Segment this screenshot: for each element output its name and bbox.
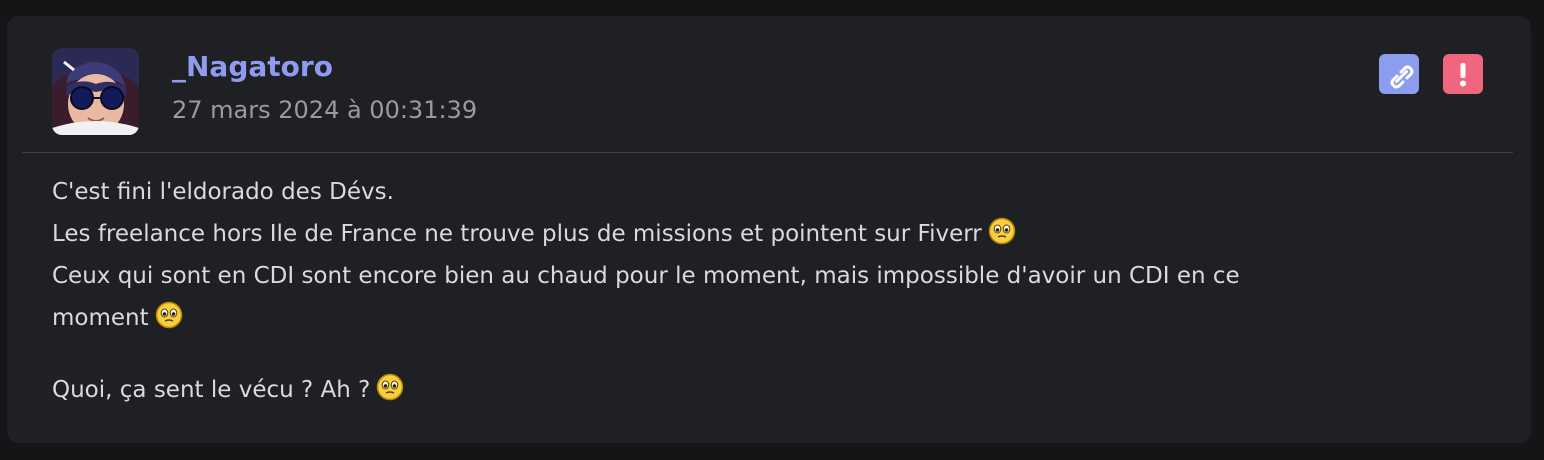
post-line-2: Les freelance hors Ile de France ne trou… [52, 213, 1452, 255]
pleading-smiley-icon [155, 301, 183, 329]
post-line-4-text: moment [52, 305, 149, 331]
header-divider [22, 152, 1513, 153]
post-timestamp: 27 mars 2024 à 00:31:39 [172, 96, 478, 124]
exclamation-icon [1460, 63, 1466, 87]
post-line-1: C'est fini l'eldorado des Dévs. [52, 179, 394, 205]
permalink-button[interactable] [1379, 54, 1419, 94]
post-line-5-text: Quoi, ça sent le vécu ? Ah ? [52, 377, 371, 403]
post-line-2-text: Les freelance hors Ile de France ne trou… [52, 221, 982, 247]
report-button[interactable] [1443, 54, 1483, 94]
post-line-3: Ceux qui sont en CDI sont encore bien au… [52, 263, 1240, 289]
post-line-4: moment [52, 297, 1452, 339]
link-icon [1390, 65, 1414, 89]
pleading-smiley-icon [376, 373, 404, 401]
pleading-smiley-icon [988, 217, 1016, 245]
author-username[interactable]: _Nagatoro [172, 50, 333, 83]
post-line-5: Quoi, ça sent le vécu ? Ah ? [52, 369, 1452, 411]
post-body: C'est fini l'eldorado des Dévs. Les free… [52, 171, 1452, 411]
avatar[interactable] [52, 48, 139, 135]
forum-post: _Nagatoro 27 mars 2024 à 00:31:39 C'est … [7, 16, 1531, 443]
